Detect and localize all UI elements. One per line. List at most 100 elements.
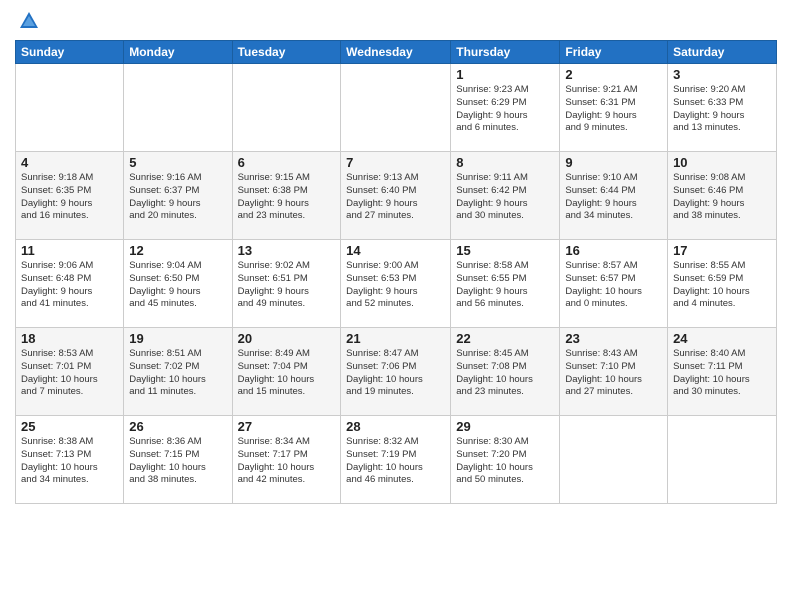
header: [15, 10, 777, 32]
day-number: 24: [673, 331, 771, 346]
day-number: 1: [456, 67, 554, 82]
day-number: 11: [21, 243, 118, 258]
calendar-cell: 24 Sunrise: 8:40 AM Sunset: 7:11 PM Dayli…: [668, 328, 777, 416]
calendar-cell: 25 Sunrise: 8:38 AM Sunset: 7:13 PM Dayli…: [16, 416, 124, 504]
calendar-cell: 15 Sunrise: 8:58 AM Sunset: 6:55 PM Dayli…: [451, 240, 560, 328]
calendar-cell: 7 Sunrise: 9:13 AM Sunset: 6:40 PM Daylig…: [341, 152, 451, 240]
day-info: Sunrise: 8:43 AM Sunset: 7:10 PM Dayligh…: [565, 348, 662, 399]
calendar-cell: 12 Sunrise: 9:04 AM Sunset: 6:50 PM Dayli…: [124, 240, 232, 328]
calendar-cell: 27 Sunrise: 8:34 AM Sunset: 7:17 PM Dayli…: [232, 416, 341, 504]
col-header-saturday: Saturday: [668, 41, 777, 64]
calendar-cell: 28 Sunrise: 8:32 AM Sunset: 7:19 PM Dayli…: [341, 416, 451, 504]
calendar-week-3: 18 Sunrise: 8:53 AM Sunset: 7:01 PM Dayli…: [16, 328, 777, 416]
day-number: 14: [346, 243, 445, 258]
calendar-cell: 22 Sunrise: 8:45 AM Sunset: 7:08 PM Dayli…: [451, 328, 560, 416]
day-info: Sunrise: 8:40 AM Sunset: 7:11 PM Dayligh…: [673, 348, 771, 399]
day-info: Sunrise: 8:47 AM Sunset: 7:06 PM Dayligh…: [346, 348, 445, 399]
day-info: Sunrise: 9:00 AM Sunset: 6:53 PM Dayligh…: [346, 260, 445, 311]
day-number: 22: [456, 331, 554, 346]
calendar-cell: 20 Sunrise: 8:49 AM Sunset: 7:04 PM Dayli…: [232, 328, 341, 416]
day-number: 15: [456, 243, 554, 258]
calendar-table: SundayMondayTuesdayWednesdayThursdayFrid…: [15, 40, 777, 504]
day-number: 27: [238, 419, 336, 434]
day-info: Sunrise: 8:49 AM Sunset: 7:04 PM Dayligh…: [238, 348, 336, 399]
calendar-header-row: SundayMondayTuesdayWednesdayThursdayFrid…: [16, 41, 777, 64]
col-header-wednesday: Wednesday: [341, 41, 451, 64]
day-number: 16: [565, 243, 662, 258]
col-header-monday: Monday: [124, 41, 232, 64]
calendar-cell: 16 Sunrise: 8:57 AM Sunset: 6:57 PM Dayli…: [560, 240, 668, 328]
calendar-cell: 23Sunrise: 8:43 AM Sunset: 7:10 PM Dayli…: [560, 328, 668, 416]
day-info: Sunrise: 9:16 AM Sunset: 6:37 PM Dayligh…: [129, 172, 226, 223]
day-number: 2: [565, 67, 662, 82]
day-number: 25: [21, 419, 118, 434]
day-number: 3: [673, 67, 771, 82]
day-info: Sunrise: 9:11 AM Sunset: 6:42 PM Dayligh…: [456, 172, 554, 223]
calendar-cell: [16, 64, 124, 152]
day-info: Sunrise: 8:45 AM Sunset: 7:08 PM Dayligh…: [456, 348, 554, 399]
calendar-cell: 5 Sunrise: 9:16 AM Sunset: 6:37 PM Daylig…: [124, 152, 232, 240]
day-number: 18: [21, 331, 118, 346]
calendar-cell: 10 Sunrise: 9:08 AM Sunset: 6:46 PM Dayli…: [668, 152, 777, 240]
logo-icon: [18, 10, 40, 32]
day-number: 4: [21, 155, 118, 170]
calendar-cell: 3Sunrise: 9:20 AM Sunset: 6:33 PM Daylig…: [668, 64, 777, 152]
calendar-cell: [124, 64, 232, 152]
day-number: 7: [346, 155, 445, 170]
day-info: Sunrise: 9:02 AM Sunset: 6:51 PM Dayligh…: [238, 260, 336, 311]
calendar-week-0: 1 Sunrise: 9:23 AM Sunset: 6:29 PM Daylig…: [16, 64, 777, 152]
day-info: Sunrise: 9:23 AM Sunset: 6:29 PM Dayligh…: [456, 84, 554, 135]
day-number: 26: [129, 419, 226, 434]
day-info: Sunrise: 8:57 AM Sunset: 6:57 PM Dayligh…: [565, 260, 662, 311]
page: SundayMondayTuesdayWednesdayThursdayFrid…: [0, 0, 792, 612]
calendar-cell: [668, 416, 777, 504]
col-header-friday: Friday: [560, 41, 668, 64]
day-number: 8: [456, 155, 554, 170]
calendar-cell: 13Sunrise: 9:02 AM Sunset: 6:51 PM Dayli…: [232, 240, 341, 328]
day-number: 20: [238, 331, 336, 346]
col-header-thursday: Thursday: [451, 41, 560, 64]
calendar-cell: 26 Sunrise: 8:36 AM Sunset: 7:15 PM Dayli…: [124, 416, 232, 504]
col-header-sunday: Sunday: [16, 41, 124, 64]
day-number: 9: [565, 155, 662, 170]
calendar-week-1: 4Sunrise: 9:18 AM Sunset: 6:35 PM Daylig…: [16, 152, 777, 240]
calendar-cell: [560, 416, 668, 504]
day-info: Sunrise: 9:04 AM Sunset: 6:50 PM Dayligh…: [129, 260, 226, 311]
calendar-cell: 14 Sunrise: 9:00 AM Sunset: 6:53 PM Dayli…: [341, 240, 451, 328]
calendar-cell: 21 Sunrise: 8:47 AM Sunset: 7:06 PM Dayli…: [341, 328, 451, 416]
day-info: Sunrise: 8:58 AM Sunset: 6:55 PM Dayligh…: [456, 260, 554, 311]
day-number: 19: [129, 331, 226, 346]
day-info: Sunrise: 8:32 AM Sunset: 7:19 PM Dayligh…: [346, 436, 445, 487]
calendar-cell: 29 Sunrise: 8:30 AM Sunset: 7:20 PM Dayli…: [451, 416, 560, 504]
day-number: 10: [673, 155, 771, 170]
day-info: Sunrise: 8:55 AM Sunset: 6:59 PM Dayligh…: [673, 260, 771, 311]
day-info: Sunrise: 8:34 AM Sunset: 7:17 PM Dayligh…: [238, 436, 336, 487]
calendar-cell: 6 Sunrise: 9:15 AM Sunset: 6:38 PM Daylig…: [232, 152, 341, 240]
day-info: Sunrise: 9:08 AM Sunset: 6:46 PM Dayligh…: [673, 172, 771, 223]
day-number: 28: [346, 419, 445, 434]
day-number: 29: [456, 419, 554, 434]
day-info: Sunrise: 9:15 AM Sunset: 6:38 PM Dayligh…: [238, 172, 336, 223]
calendar-cell: 17Sunrise: 8:55 AM Sunset: 6:59 PM Dayli…: [668, 240, 777, 328]
day-info: Sunrise: 8:38 AM Sunset: 7:13 PM Dayligh…: [21, 436, 118, 487]
day-number: 12: [129, 243, 226, 258]
day-number: 6: [238, 155, 336, 170]
day-info: Sunrise: 8:36 AM Sunset: 7:15 PM Dayligh…: [129, 436, 226, 487]
day-info: Sunrise: 9:13 AM Sunset: 6:40 PM Dayligh…: [346, 172, 445, 223]
day-number: 5: [129, 155, 226, 170]
calendar-cell: 9 Sunrise: 9:10 AM Sunset: 6:44 PM Daylig…: [560, 152, 668, 240]
day-info: Sunrise: 8:53 AM Sunset: 7:01 PM Dayligh…: [21, 348, 118, 399]
day-info: Sunrise: 9:06 AM Sunset: 6:48 PM Dayligh…: [21, 260, 118, 311]
logo: [15, 10, 40, 32]
day-number: 21: [346, 331, 445, 346]
calendar-cell: 8 Sunrise: 9:11 AM Sunset: 6:42 PM Daylig…: [451, 152, 560, 240]
calendar-cell: 4Sunrise: 9:18 AM Sunset: 6:35 PM Daylig…: [16, 152, 124, 240]
day-info: Sunrise: 9:10 AM Sunset: 6:44 PM Dayligh…: [565, 172, 662, 223]
calendar-cell: 1 Sunrise: 9:23 AM Sunset: 6:29 PM Daylig…: [451, 64, 560, 152]
calendar-week-4: 25 Sunrise: 8:38 AM Sunset: 7:13 PM Dayli…: [16, 416, 777, 504]
day-info: Sunrise: 8:51 AM Sunset: 7:02 PM Dayligh…: [129, 348, 226, 399]
day-info: Sunrise: 8:30 AM Sunset: 7:20 PM Dayligh…: [456, 436, 554, 487]
calendar-cell: 19 Sunrise: 8:51 AM Sunset: 7:02 PM Dayli…: [124, 328, 232, 416]
day-info: Sunrise: 9:21 AM Sunset: 6:31 PM Dayligh…: [565, 84, 662, 135]
calendar-cell: 18 Sunrise: 8:53 AM Sunset: 7:01 PM Dayli…: [16, 328, 124, 416]
